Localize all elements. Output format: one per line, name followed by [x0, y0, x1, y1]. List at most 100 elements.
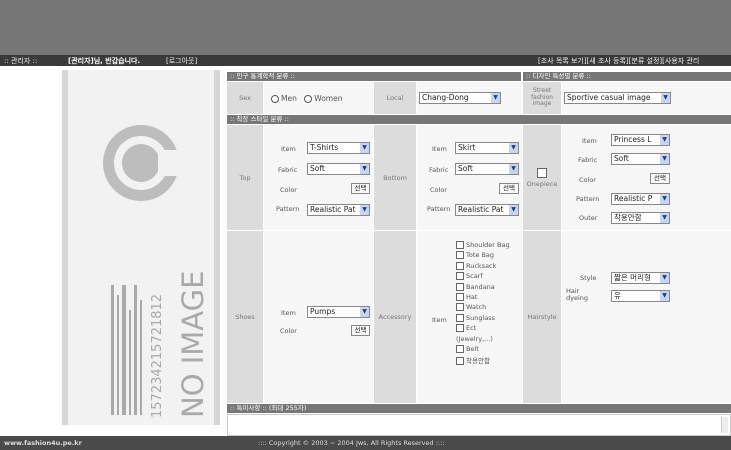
sex-options: Men Women [264, 82, 373, 114]
chevron-down-icon: ▼ [360, 205, 369, 215]
top-pattern-label: Pattern [276, 205, 300, 213]
accessory-option[interactable]: Shoulder Bag [456, 241, 522, 251]
onepiece-label: Onepiece [526, 179, 558, 188]
bottom-label: Bottom [374, 125, 416, 230]
hair-style-label: Style [580, 274, 597, 282]
onepiece-color-label: Color [579, 176, 596, 184]
chevron-down-icon: ▼ [509, 143, 518, 153]
bottom-cell: Item Skirt ▼ Fabric Soft ▼ Color 선택 Patter… [417, 125, 522, 230]
bottom-color-label: Color [430, 186, 447, 194]
bottom-item-label: Item [432, 145, 447, 153]
chevron-down-icon: ▼ [491, 93, 500, 103]
accessory-option[interactable]: Hat [456, 292, 522, 303]
barcode-number: 157234215721812 [150, 294, 165, 418]
hair-dyeing-label: Hair dyeing [566, 287, 589, 302]
no-image-graphic: 157234215721812 NO IMAGE [103, 125, 210, 418]
street-fashion-cell: Sportive casual image ▼ [562, 82, 731, 114]
local-cell: Chang-Dong ▼ [417, 82, 521, 114]
onepiece-cell: Item Princess L ▼ Fabric Soft ▼ Color 선택 P… [562, 125, 731, 230]
bottom-fabric-select[interactable]: Soft ▼ [455, 163, 519, 175]
accessory-label: Accessory [374, 231, 416, 403]
bottom-pattern-select[interactable]: Realistic Pat ▼ [455, 204, 519, 216]
shoes-item-label: Item [281, 309, 296, 317]
top-color-button[interactable]: 선택 [351, 183, 370, 194]
top-label: Top [227, 125, 263, 230]
chevron-down-icon: ▼ [660, 291, 669, 301]
footer-bar: www.fashion4u.pe.kr :::: Copyright © 200… [0, 436, 731, 450]
onepiece-fabric-select[interactable]: Soft ▼ [611, 153, 670, 165]
greeting-text: [관리자]님, 반갑습니다. [68, 57, 141, 65]
top-cell: Item T-Shirts ▼ Fabric Soft ▼ Color 선택 Pat… [264, 125, 373, 230]
shoes-color-label: Color [280, 327, 297, 335]
accessory-option[interactable]: 착용안함 [456, 355, 522, 366]
bottom-color-button[interactable]: 선택 [499, 183, 519, 194]
design-header: :: 디자인 특성별 분류 :: [523, 72, 731, 81]
chevron-down-icon: ▼ [660, 135, 669, 145]
no-image-text: NO IMAGE [176, 271, 210, 418]
onepiece-item-select[interactable]: Princess L ▼ [611, 134, 670, 146]
onepiece-pattern-label: Pattern [576, 195, 600, 203]
shoes-label: Shoes [227, 231, 263, 403]
hair-dyeing-select[interactable]: 유 ▼ [611, 290, 670, 302]
chevron-down-icon: ▼ [661, 93, 670, 103]
accessory-cell: Item Shoulder Bag Tote Bag Rucksack Scar… [417, 231, 522, 403]
onepiece-color-button[interactable]: 선택 [650, 173, 670, 184]
street-fashion-select[interactable]: Sportive casual image ▼ [564, 92, 671, 104]
hairstyle-cell: Style 짧은 머리형 ▼ Hair dyeing 유 ▼ [562, 231, 731, 403]
accessory-checklist: Shoulder Bag Tote Bag Rucksack Scarf Ban… [456, 241, 522, 366]
accessory-option-note: (Jewelry,...) [456, 334, 493, 343]
accessory-option[interactable]: Tote Bag [456, 251, 522, 261]
chevron-down-icon: ▼ [660, 213, 669, 223]
accessory-option[interactable]: Watch [456, 303, 522, 313]
top-color-label: Color [280, 186, 297, 194]
site-url: www.fashion4u.pe.kr [4, 439, 82, 447]
onepiece-item-label: Item [582, 137, 597, 145]
onepiece-outer-select[interactable]: 착용안함 ▼ [611, 212, 670, 224]
bottom-fabric-label: Fabric [429, 166, 449, 174]
copyright-text: :::: Copyright © 2003 ~ 2004 Jws, All Ri… [258, 439, 445, 447]
onepiece-pattern-select[interactable]: Realistic P ▼ [611, 193, 670, 205]
accessory-option[interactable]: Scarf [456, 272, 522, 282]
no-image-placeholder: 157234215721812 NO IMAGE [68, 70, 214, 425]
scrollbar[interactable] [721, 417, 728, 433]
chevron-down-icon: ▼ [660, 154, 669, 164]
top-fabric-select[interactable]: Soft ▼ [307, 163, 370, 175]
admin-nav-links[interactable]: [조사 목록 보기][새 조사 등록][분류 설정][사용자 관리 [538, 56, 699, 66]
accessory-option[interactable]: Ect [456, 324, 522, 334]
accessory-option[interactable]: Belt [456, 344, 522, 355]
top-banner [0, 0, 731, 55]
chevron-down-icon: ▼ [509, 205, 518, 215]
hair-style-select[interactable]: 짧은 머리형 ▼ [611, 272, 670, 284]
hairstyle-label: Hairstyle [523, 231, 561, 403]
onepiece-fabric-label: Fabric [578, 156, 598, 164]
accessory-item-label: Item [432, 316, 447, 324]
bottom-item-select[interactable]: Skirt ▼ [455, 142, 519, 154]
chevron-down-icon: ▼ [360, 307, 369, 317]
admin-title: :: 관리자 :: [4, 57, 38, 65]
chevron-down-icon: ▼ [360, 143, 369, 153]
notes-textarea[interactable] [227, 414, 731, 436]
shoes-color-button[interactable]: 선택 [351, 325, 370, 336]
onepiece-label-cell: Onepiece [523, 125, 561, 230]
local-select[interactable]: Chang-Dong ▼ [419, 92, 501, 104]
shoes-cell: Item Pumps ▼ Color 선택 [264, 231, 373, 403]
accessory-option[interactable]: Bandana [456, 282, 522, 293]
demographics-header: :: 인구 통계학적 분류 :: [227, 72, 521, 81]
wear-style-header: :: 착장 스타일 분류 :: [227, 115, 731, 124]
onepiece-outer-label: Outer [579, 214, 598, 222]
top-pattern-select[interactable]: Realistic Pat ▼ [307, 204, 370, 216]
accessory-option[interactable]: Rucksack [456, 261, 522, 272]
sex-label: Sex [227, 82, 263, 114]
onepiece-checkbox[interactable] [537, 167, 547, 178]
chevron-down-icon: ▼ [360, 164, 369, 174]
sex-men-radio[interactable]: Men [271, 94, 297, 103]
top-fabric-label: Fabric [278, 166, 298, 174]
admin-menu-bar: :: 관리자 :: [관리자]님, 반갑습니다. [로그아웃] [조사 목록 보… [0, 55, 731, 66]
chevron-down-icon: ▼ [660, 194, 669, 204]
logout-link[interactable]: [로그아웃] [166, 56, 197, 66]
accessory-option[interactable]: Sunglass [456, 313, 522, 324]
sex-women-radio[interactable]: Women [304, 94, 342, 103]
chevron-down-icon: ▼ [509, 164, 518, 174]
top-item-select[interactable]: T-Shirts ▼ [307, 142, 370, 154]
shoes-item-select[interactable]: Pumps ▼ [307, 306, 370, 318]
